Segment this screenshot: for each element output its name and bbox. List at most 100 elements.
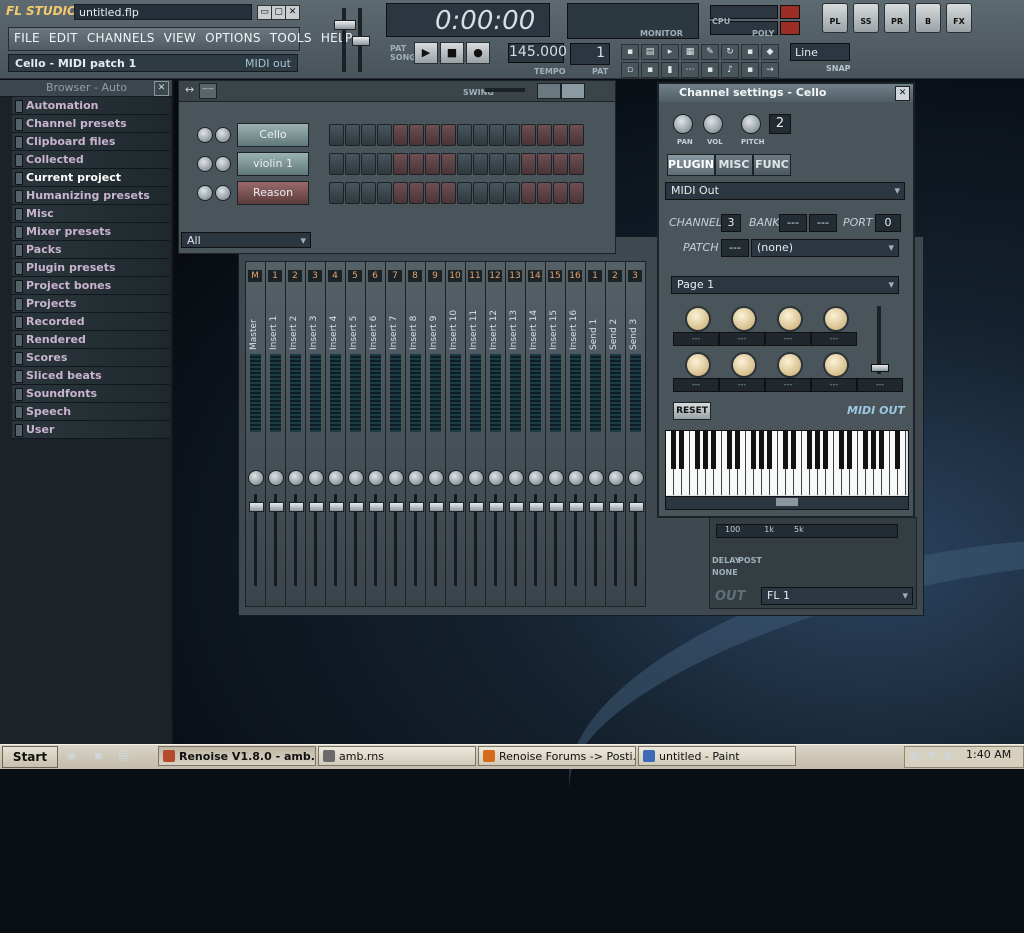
fader-handle[interactable] [269, 502, 284, 512]
step-button[interactable] [489, 182, 504, 204]
fader-handle[interactable] [589, 502, 604, 512]
menu-tools[interactable]: TOOLS [265, 28, 316, 50]
port-value[interactable]: 0 [875, 214, 901, 232]
control-knob-icon[interactable] [777, 306, 803, 332]
quicklaunch-icon[interactable]: ▪ [94, 748, 102, 762]
step-button[interactable] [329, 153, 344, 175]
browser-item-collected[interactable]: Collected [12, 151, 170, 169]
bank-lsb-value[interactable]: --- [809, 214, 837, 232]
tool-icon-12[interactable]: ⋯ [681, 62, 699, 78]
black-key[interactable] [879, 431, 884, 469]
patch-select[interactable]: (none) [751, 239, 899, 257]
menu-edit[interactable]: EDIT [44, 28, 82, 50]
pan-knob-icon[interactable] [368, 470, 384, 486]
tool-icon-5[interactable]: ✎ [701, 44, 719, 60]
pitch-range-value[interactable]: 2 [769, 114, 791, 134]
black-key[interactable] [759, 431, 764, 469]
browser-button[interactable]: B [915, 3, 941, 33]
pan-knob-icon[interactable] [348, 470, 364, 486]
black-key[interactable] [727, 431, 732, 469]
firefox-icon[interactable]: ◉ [66, 748, 76, 762]
tool-icon-6[interactable]: ↻ [721, 44, 739, 60]
tab-plugin[interactable]: PLUGIN [667, 154, 715, 176]
step-button[interactable] [489, 153, 504, 175]
step-button[interactable] [441, 182, 456, 204]
pan-knob-icon[interactable] [197, 156, 213, 172]
control-knob-icon[interactable] [731, 352, 757, 378]
mixer-track[interactable]: 15 Insert 15 [545, 261, 566, 607]
pan-knob-icon[interactable] [488, 470, 504, 486]
browser-item-recorded[interactable]: Recorded [12, 313, 170, 331]
pan-knob-icon[interactable] [548, 470, 564, 486]
step-sequencer-button[interactable]: SS [853, 3, 879, 33]
black-key[interactable] [735, 431, 740, 469]
browser-item-mixer-presets[interactable]: Mixer presets [12, 223, 170, 241]
tray-icon[interactable]: ✖ [927, 749, 936, 762]
step-button[interactable] [441, 153, 456, 175]
step-button[interactable] [473, 182, 488, 204]
step-button[interactable] [425, 182, 440, 204]
pan-knob-icon[interactable] [428, 470, 444, 486]
menu-file[interactable]: FILE [9, 28, 44, 50]
close-icon[interactable]: ✕ [285, 5, 300, 20]
fader-handle[interactable] [549, 502, 564, 512]
browser-item-plugin-presets[interactable]: Plugin presets [12, 259, 170, 277]
fader-handle[interactable] [309, 502, 324, 512]
pan-knob-icon[interactable] [388, 470, 404, 486]
step-button[interactable] [329, 124, 344, 146]
pan-knob-icon[interactable] [508, 470, 524, 486]
maximize-icon[interactable]: ▢ [271, 5, 286, 20]
menu-view[interactable]: VIEW [159, 28, 200, 50]
mixer-track[interactable]: 2 Send 2 [605, 261, 626, 607]
step-button[interactable] [425, 153, 440, 175]
pan-knob-icon[interactable] [673, 114, 693, 134]
menu-options[interactable]: OPTIONS [200, 28, 265, 50]
step-button[interactable] [345, 153, 360, 175]
quicklaunch-icon[interactable]: ▤ [118, 748, 129, 762]
tool-icon-11[interactable]: ▮ [661, 62, 679, 78]
step-button[interactable] [473, 153, 488, 175]
step-button[interactable] [537, 153, 552, 175]
volume-knob-icon[interactable] [703, 114, 723, 134]
fader-handle[interactable] [609, 502, 624, 512]
mixer-track[interactable]: 11 Insert 11 [465, 261, 486, 607]
step-button[interactable] [441, 124, 456, 146]
step-button[interactable] [345, 124, 360, 146]
control-knob-icon[interactable] [685, 306, 711, 332]
pan-knob-icon[interactable] [448, 470, 464, 486]
browser-item-projects[interactable]: Projects [12, 295, 170, 313]
pan-knob-icon[interactable] [608, 470, 624, 486]
mixer-track[interactable]: 8 Insert 8 [405, 261, 426, 607]
browser-item-channel-presets[interactable]: Channel presets [12, 115, 170, 133]
black-key[interactable] [783, 431, 788, 469]
pitch-knob-icon[interactable] [741, 114, 761, 134]
piano-keyboard[interactable]: C4 C5 C6 [665, 430, 909, 498]
post-label[interactable]: POST [738, 556, 762, 565]
control-knob-icon[interactable] [731, 306, 757, 332]
black-key[interactable] [751, 431, 756, 469]
fader-handle[interactable] [629, 502, 644, 512]
fader-handle[interactable] [429, 502, 444, 512]
mixer-track[interactable]: 2 Insert 2 [285, 261, 306, 607]
step-button[interactable] [505, 153, 520, 175]
tool-icon-13[interactable]: ▪ [701, 62, 719, 78]
step-button[interactable] [553, 124, 568, 146]
black-key[interactable] [791, 431, 796, 469]
step-button[interactable] [537, 182, 552, 204]
black-key[interactable] [815, 431, 820, 469]
mixer-track[interactable]: 5 Insert 5 [345, 261, 366, 607]
snap-select[interactable]: Line [790, 43, 850, 61]
step-button[interactable] [377, 124, 392, 146]
graph-editor-icon[interactable] [537, 83, 561, 99]
pan-knob-icon[interactable] [408, 470, 424, 486]
black-key[interactable] [863, 431, 868, 469]
black-key[interactable] [671, 431, 676, 469]
step-button[interactable] [361, 124, 376, 146]
black-key[interactable] [711, 431, 716, 469]
control-knob-icon[interactable] [777, 352, 803, 378]
step-button[interactable] [553, 182, 568, 204]
fader-handle[interactable] [349, 502, 364, 512]
tool-icon-2[interactable]: ▤ [641, 44, 659, 60]
fader-handle[interactable] [389, 502, 404, 512]
pan-knob-icon[interactable] [248, 470, 264, 486]
